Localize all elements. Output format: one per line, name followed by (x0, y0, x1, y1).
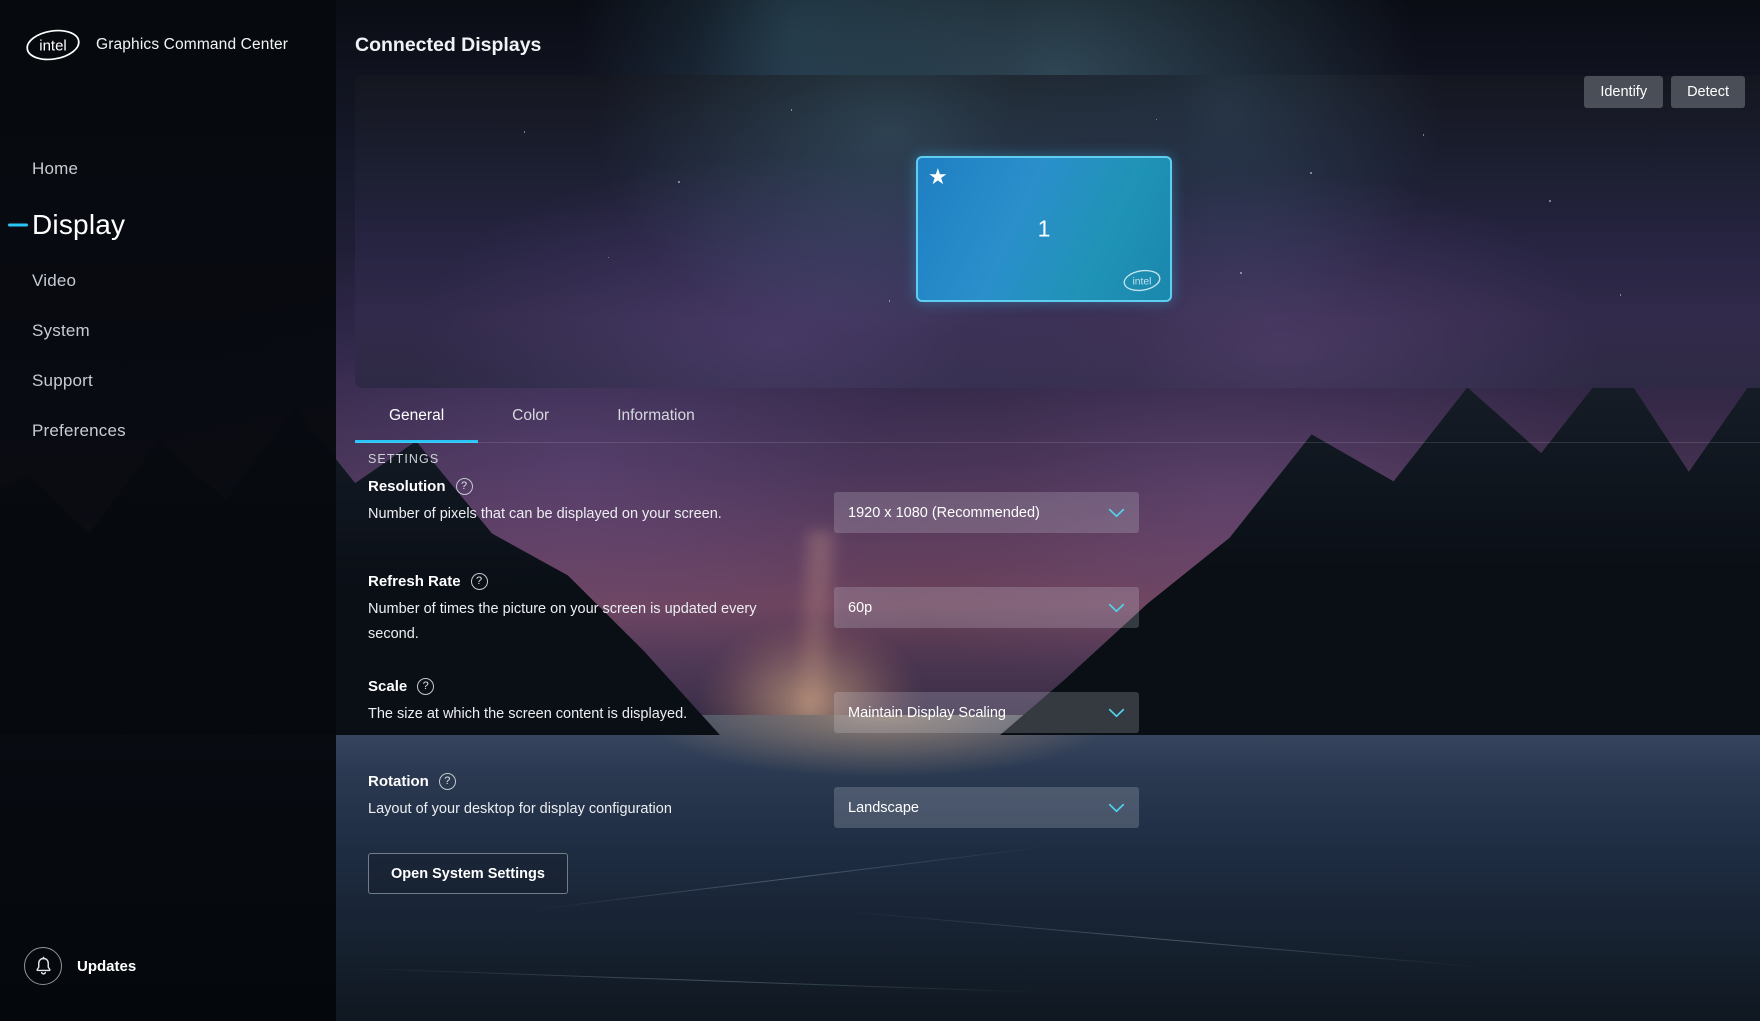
tab-information[interactable]: Information (583, 388, 729, 443)
updates-label: Updates (77, 957, 137, 975)
setting-description: Layout of your desktop for display confi… (368, 801, 672, 817)
bell-icon (24, 947, 62, 985)
setting-description: The size at which the screen content is … (368, 706, 688, 722)
app-window: intel Graphics Command Center Home Displ… (0, 0, 1760, 1021)
setting-title: Resolution (368, 478, 446, 495)
detect-button[interactable]: Detect (1671, 76, 1745, 108)
dropdown-value: Landscape (848, 799, 919, 816)
sidebar-item-label: Display (32, 209, 126, 240)
sidebar-item-label: Video (32, 271, 77, 290)
setting-row-rotation: Rotation ? Layout of your desktop for di… (368, 773, 1728, 868)
chevron-down-icon (1108, 508, 1125, 517)
setting-title: Refresh Rate (368, 573, 461, 590)
active-indicator-dash (8, 223, 28, 227)
setting-description: Number of pixels that can be displayed o… (368, 506, 722, 522)
sidebar-item-label: Support (32, 371, 93, 390)
help-icon[interactable]: ? (455, 478, 473, 495)
tab-label: Information (617, 406, 695, 424)
intel-watermark-icon: intel (1123, 269, 1161, 292)
setting-row-scale: Scale ? The size at which the screen con… (368, 678, 1728, 773)
help-icon[interactable]: ? (470, 573, 488, 590)
display-preview-canvas[interactable]: Identify Detect ★ 1 intel (355, 75, 1760, 388)
identify-button[interactable]: Identify (1584, 76, 1664, 108)
sidebar-item-system[interactable]: System (0, 306, 336, 356)
intel-logo-icon: intel (26, 29, 80, 61)
chevron-down-icon (1108, 603, 1125, 612)
page-title: Connected Displays (355, 34, 542, 56)
main-content: Connected Displays Identify Detect ★ 1 i… (336, 0, 1760, 1021)
updates-button[interactable]: Updates (24, 947, 136, 985)
bell-glyph-icon (35, 956, 51, 975)
setting-description: Number of times the picture on your scre… (368, 601, 757, 642)
preview-toolbar: Identify Detect (1584, 76, 1745, 108)
sidebar: intel Graphics Command Center Home Displ… (0, 0, 336, 1021)
settings-rows: Resolution ? Number of pixels that can b… (368, 478, 1728, 868)
brand-title: Graphics Command Center (96, 36, 289, 53)
chevron-down-icon (1108, 708, 1125, 717)
help-icon[interactable]: ? (417, 678, 435, 695)
tabs-divider (355, 442, 1760, 443)
sidebar-item-label: System (32, 321, 90, 340)
setting-title: Rotation (368, 773, 429, 790)
rotation-dropdown[interactable]: Landscape (834, 787, 1139, 828)
resolution-dropdown[interactable]: 1920 x 1080 (Recommended) (834, 492, 1139, 533)
sidebar-item-label: Home (32, 159, 79, 178)
display-tile-number: 1 (1037, 215, 1051, 242)
dropdown-value: 60p (848, 599, 873, 616)
tab-label: General (389, 406, 445, 424)
dropdown-value: 1920 x 1080 (Recommended) (848, 504, 1040, 521)
open-system-settings-button[interactable]: Open System Settings (368, 853, 568, 894)
primary-display-star-icon: ★ (928, 164, 948, 189)
setting-title: Scale (368, 678, 408, 695)
settings-section-header: SETTINGS (368, 452, 440, 466)
scale-dropdown[interactable]: Maintain Display Scaling (834, 692, 1139, 733)
svg-text:intel: intel (39, 38, 67, 55)
sidebar-nav: Home Display Video System Support Prefer… (0, 144, 336, 456)
tab-label: Color (512, 406, 550, 424)
dropdown-value: Maintain Display Scaling (848, 704, 1006, 721)
sidebar-item-video[interactable]: Video (0, 256, 336, 306)
setting-row-resolution: Resolution ? Number of pixels that can b… (368, 478, 1728, 573)
setting-row-refresh-rate: Refresh Rate ? Number of times the pictu… (368, 573, 1728, 678)
display-tile-1[interactable]: ★ 1 intel (916, 156, 1172, 302)
brand: intel Graphics Command Center (0, 0, 336, 72)
tab-color[interactable]: Color (478, 388, 583, 443)
sidebar-item-display[interactable]: Display (0, 194, 336, 256)
svg-text:intel: intel (1133, 276, 1152, 287)
tab-general[interactable]: General (355, 388, 479, 443)
chevron-down-icon (1108, 803, 1125, 812)
sidebar-item-home[interactable]: Home (0, 144, 336, 194)
settings-tabs: General Color Information (355, 388, 729, 443)
help-icon[interactable]: ? (438, 773, 456, 790)
refresh-rate-dropdown[interactable]: 60p (834, 587, 1139, 628)
sidebar-item-label: Preferences (32, 421, 126, 440)
sidebar-item-preferences[interactable]: Preferences (0, 406, 336, 456)
sidebar-item-support[interactable]: Support (0, 356, 336, 406)
